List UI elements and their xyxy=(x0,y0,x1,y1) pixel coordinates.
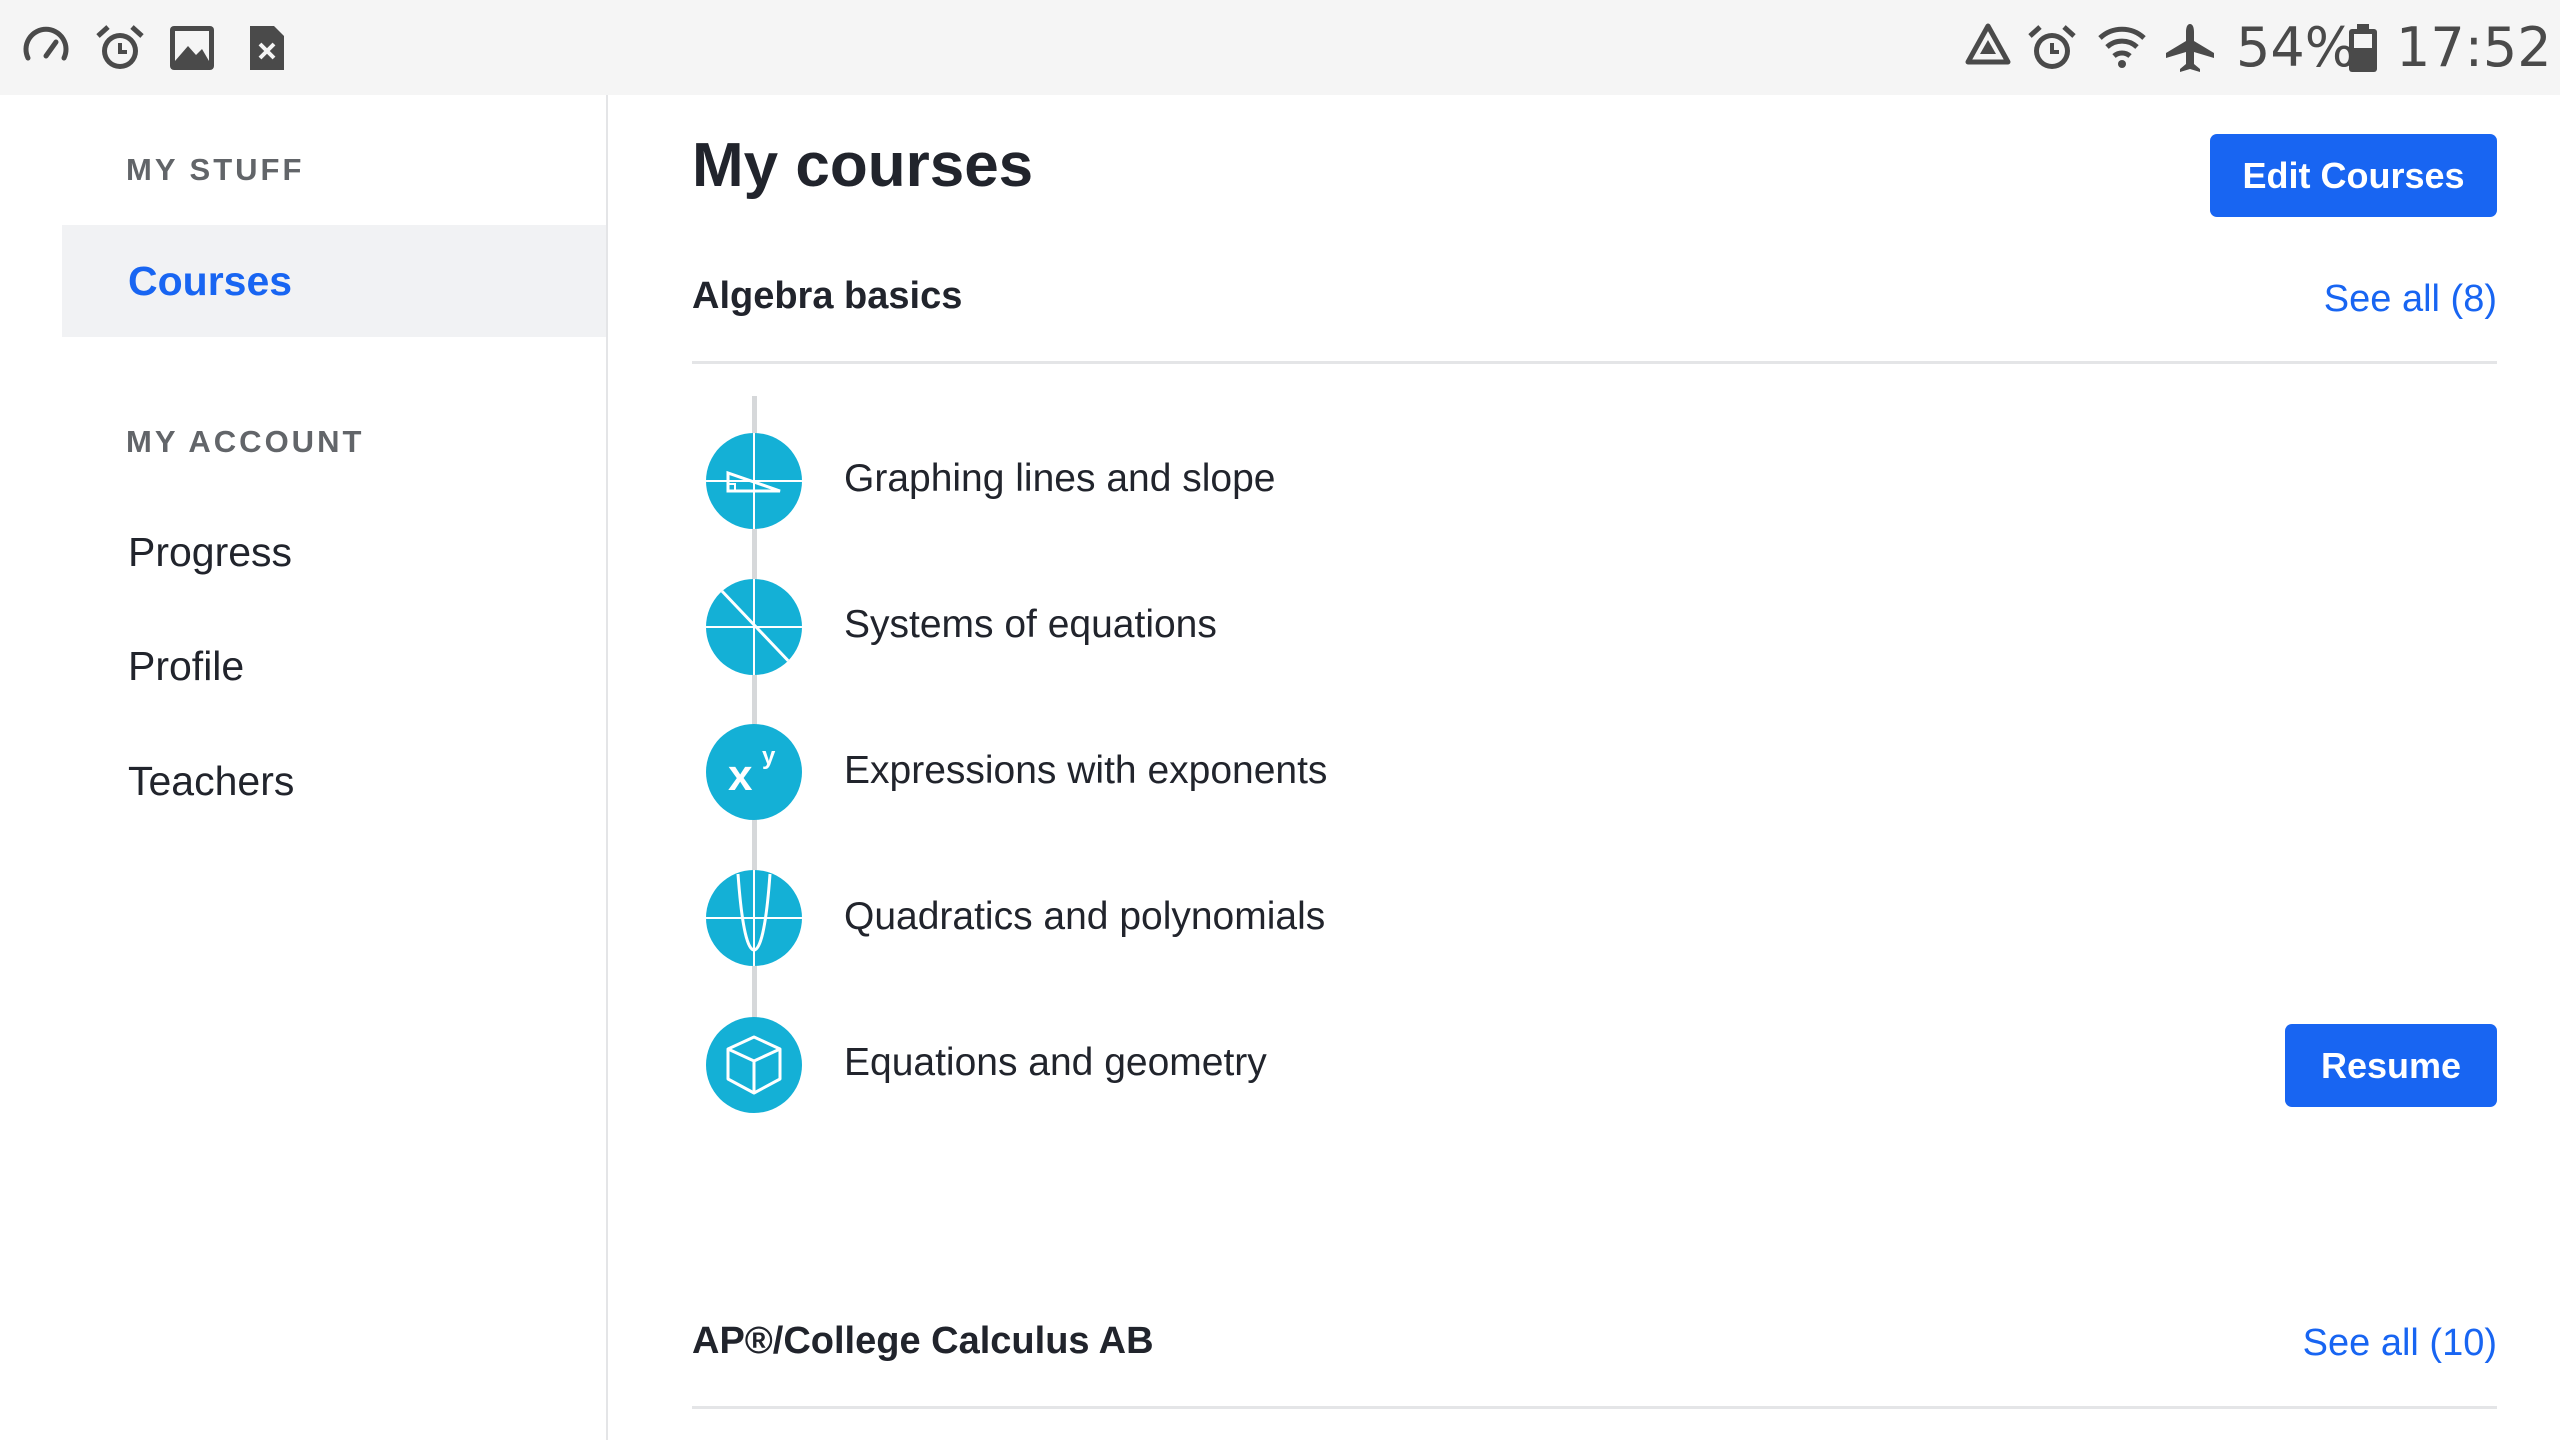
divider xyxy=(692,1406,2497,1409)
sim-error-icon xyxy=(240,22,292,74)
cube-icon[interactable] xyxy=(706,1017,802,1113)
exponent-icon[interactable]: x y xyxy=(706,724,802,820)
sidebar-item-teachers[interactable]: Teachers xyxy=(128,756,294,806)
see-all-link[interactable]: See all (10) xyxy=(2303,1318,2497,1368)
parabola-icon[interactable] xyxy=(706,870,802,966)
status-bar: 54% 17:52 xyxy=(0,0,2560,95)
alarm-icon xyxy=(94,22,146,74)
course-title: Algebra basics xyxy=(692,275,963,317)
resume-button[interactable]: Resume xyxy=(2285,1024,2497,1107)
svg-text:y: y xyxy=(762,743,776,770)
my-stuff-heading: MY STUFF xyxy=(126,152,305,187)
clock: 17:52 xyxy=(2396,16,2552,79)
wifi-icon xyxy=(2096,22,2148,74)
battery-icon xyxy=(2346,22,2380,74)
alarm-icon xyxy=(2026,22,2078,74)
sidebar-item-progress[interactable]: Progress xyxy=(128,527,292,577)
recycle-icon xyxy=(1962,22,2014,74)
gallery-icon xyxy=(166,22,218,74)
graph-slope-icon[interactable] xyxy=(706,433,802,529)
battery-percent: 54% xyxy=(2236,16,2357,79)
unit-link[interactable]: Expressions with exponents xyxy=(844,746,1327,796)
systems-icon[interactable] xyxy=(706,579,802,675)
sidebar: MY STUFF Courses MY ACCOUNT Progress Pro… xyxy=(0,95,608,1440)
see-all-link[interactable]: See all (8) xyxy=(2324,274,2497,324)
divider xyxy=(692,361,2497,364)
unit-link[interactable]: Equations and geometry xyxy=(844,1038,1267,1088)
unit-link[interactable]: Quadratics and polynomials xyxy=(844,892,1325,942)
speedometer-icon xyxy=(20,22,72,74)
my-account-heading: MY ACCOUNT xyxy=(126,424,365,459)
unit-link[interactable]: Graphing lines and slope xyxy=(844,454,1275,504)
sidebar-item-courses[interactable]: Courses xyxy=(128,256,292,306)
page-title: My courses xyxy=(692,131,1034,200)
svg-text:x: x xyxy=(728,751,753,800)
sidebar-item-profile[interactable]: Profile xyxy=(128,641,244,691)
airplane-mode-icon xyxy=(2164,22,2216,74)
edit-courses-button[interactable]: Edit Courses xyxy=(2210,134,2497,217)
course-title: AP®/College Calculus AB xyxy=(692,1320,1154,1362)
unit-link[interactable]: Systems of equations xyxy=(844,600,1217,650)
